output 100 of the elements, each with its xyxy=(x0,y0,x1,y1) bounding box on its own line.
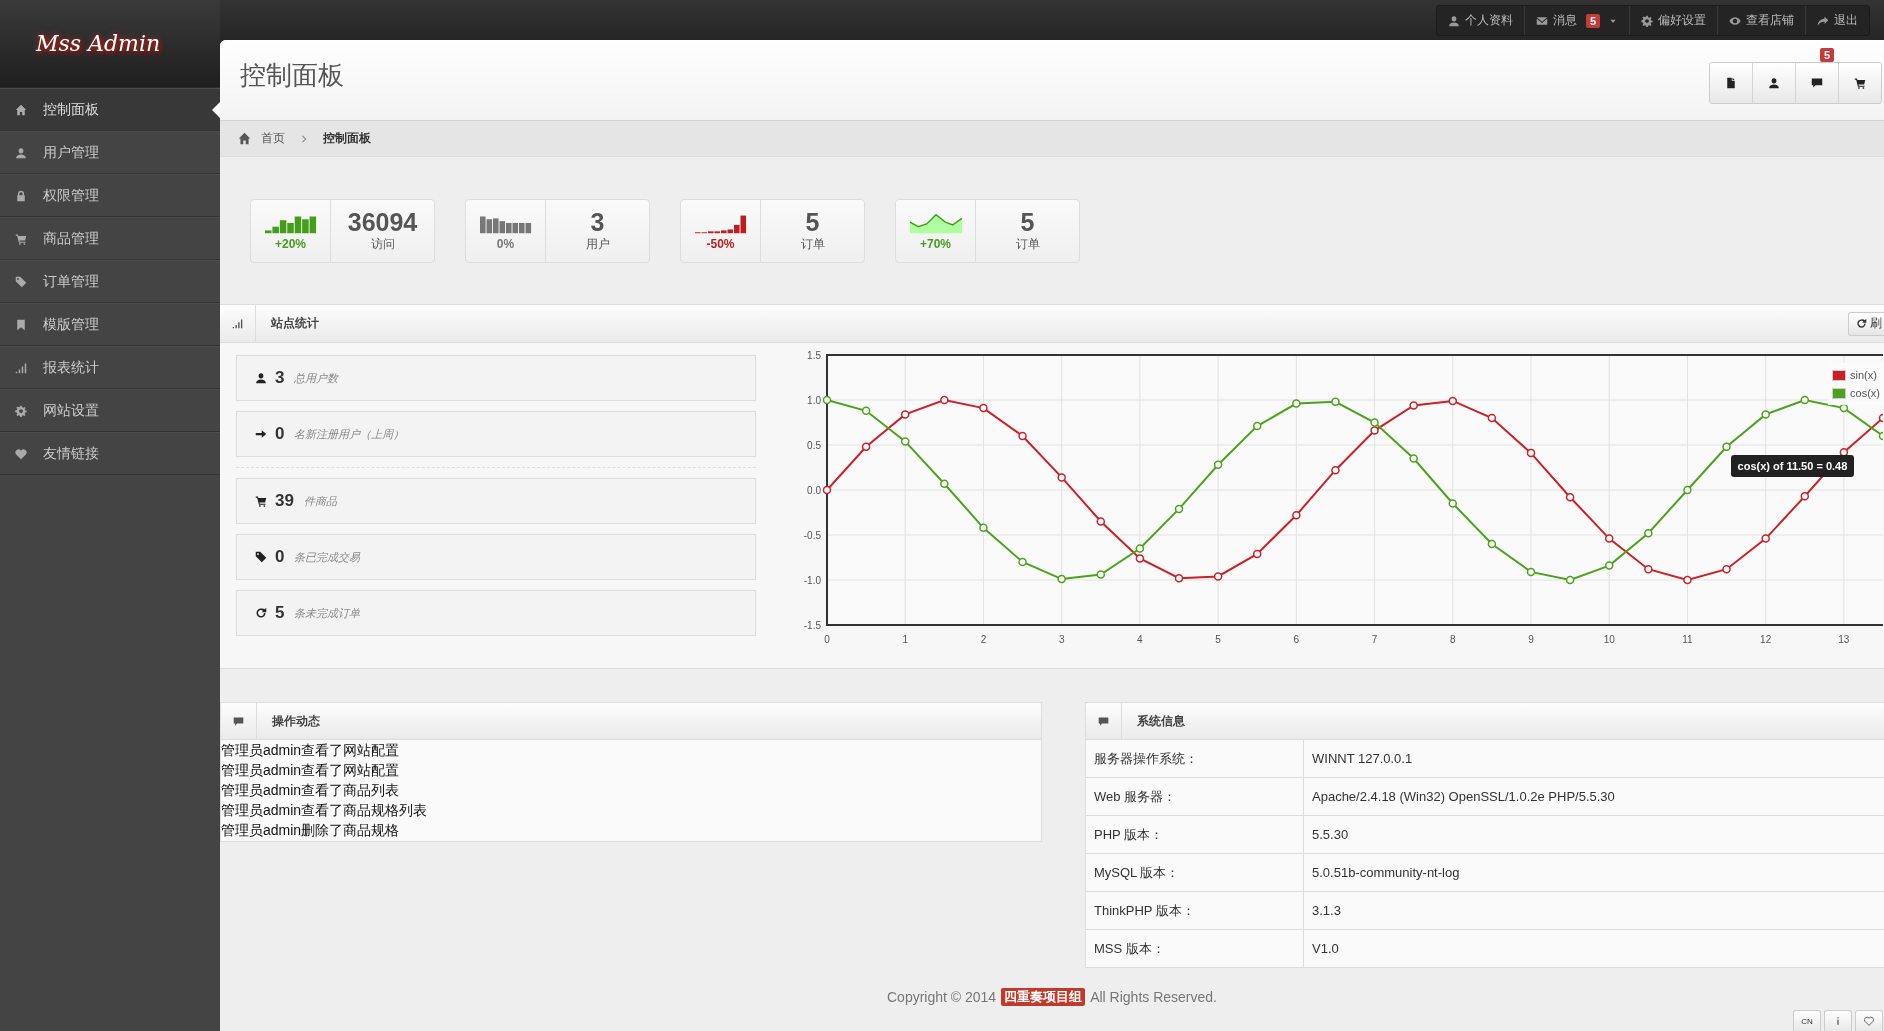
sidebar-item[interactable]: 权限管理 xyxy=(0,174,220,217)
stat-label: 件商品 xyxy=(303,493,337,509)
nav-button[interactable]: 偏好设置 xyxy=(1629,6,1717,35)
legend-label: cos(x) xyxy=(1850,387,1880,399)
point xyxy=(1174,573,1184,583)
point xyxy=(1018,557,1027,567)
axis-label: 0.0 xyxy=(807,485,821,496)
share-arrow-icon xyxy=(1817,14,1829,27)
sidebar-item[interactable]: 控制面板 xyxy=(0,88,220,131)
nav-button[interactable]: 个人资料 xyxy=(1436,6,1524,35)
stat-value: 39 xyxy=(275,491,294,511)
change-percent: 0% xyxy=(496,236,515,251)
point xyxy=(822,395,832,405)
point xyxy=(1683,485,1692,495)
nav-button[interactable]: 消息 5 xyxy=(1523,6,1629,35)
point xyxy=(1370,418,1379,427)
comment-icon xyxy=(1098,715,1109,727)
point xyxy=(1683,575,1692,585)
point xyxy=(1331,397,1340,407)
point xyxy=(1487,413,1497,423)
sidebar-item[interactable]: 订单管理 xyxy=(0,260,220,303)
axis-label: 1.0 xyxy=(807,395,821,406)
table-cell-text: WINNT 127.0.0.1 xyxy=(1311,751,1413,766)
axis-label: 3 xyxy=(1058,634,1065,645)
axis-label: 7 xyxy=(1371,634,1378,645)
point xyxy=(1370,426,1379,435)
point xyxy=(979,403,988,413)
point xyxy=(1644,564,1653,574)
heart-icon xyxy=(1864,1016,1874,1026)
panel-title: 操作动态 xyxy=(271,712,321,730)
legend-swatch xyxy=(1832,387,1847,399)
legend-swatch xyxy=(1832,369,1847,381)
panel-title: 站点统计 xyxy=(270,315,320,332)
point xyxy=(861,406,871,416)
point xyxy=(1487,539,1497,549)
sidebar-item[interactable]: 用户管理 xyxy=(0,131,220,174)
axis-label: 9 xyxy=(1528,634,1534,645)
axis-label: 1.5 xyxy=(807,350,821,361)
point xyxy=(1722,442,1731,452)
sidebar-item[interactable]: 模版管理 xyxy=(0,303,220,346)
logo: Mss Admin xyxy=(36,31,161,56)
sidebar-item[interactable]: 友情链接 xyxy=(0,432,220,475)
house-icon xyxy=(15,103,27,116)
breadcrumb-link[interactable]: 首页 xyxy=(261,130,285,147)
axis-label: 4 xyxy=(1137,634,1143,645)
refresh-icon xyxy=(1856,318,1867,329)
envelope-icon xyxy=(1535,14,1548,27)
tag-icon xyxy=(15,275,27,288)
stat-label: 订单 xyxy=(1015,235,1040,253)
refresh-icon xyxy=(255,607,267,619)
point xyxy=(1331,465,1340,475)
cart-icon xyxy=(1854,77,1866,89)
table-cell: MySQL 版本： xyxy=(1086,854,1304,891)
lock-icon xyxy=(15,189,27,202)
point xyxy=(1135,554,1145,563)
point xyxy=(900,437,910,446)
stat-value: 5 xyxy=(1020,209,1035,236)
table-cell: 服务器操作系统： xyxy=(1086,740,1304,777)
point xyxy=(1761,534,1770,543)
point xyxy=(1722,564,1731,574)
axis-label: 1 xyxy=(902,634,908,645)
user-icon xyxy=(1447,14,1460,27)
language-button[interactable]: CN xyxy=(1793,1010,1821,1031)
table-cell-text: V1.0 xyxy=(1311,941,1339,956)
settings-icon xyxy=(15,404,27,417)
table-cell-text: 5.5.30 xyxy=(1311,827,1349,842)
rights-text: All Rights Reserved. xyxy=(1090,989,1217,1005)
sidebar-item[interactable]: 商品管理 xyxy=(0,217,220,260)
comment-icon xyxy=(233,715,244,727)
axis-label: 12 xyxy=(1760,634,1772,645)
sidebar-item[interactable]: 网站设置 xyxy=(0,389,220,432)
nav-button[interactable]: 查看店铺 xyxy=(1717,6,1805,35)
activity-entry: 管理员admin查看了商品规格列表 xyxy=(221,801,429,820)
point xyxy=(1096,570,1106,579)
arrow-right-icon xyxy=(255,428,267,440)
count-badge: 5 xyxy=(1819,48,1834,62)
favorite-button[interactable] xyxy=(1855,1010,1883,1031)
cart-icon xyxy=(255,495,267,507)
stat-label: 条未完成订单 xyxy=(294,605,361,621)
nav-button[interactable]: 退出 xyxy=(1805,6,1869,35)
point xyxy=(1565,492,1575,502)
axis-label: -1.0 xyxy=(803,575,821,586)
user-icon xyxy=(255,372,267,384)
axis-label: 10 xyxy=(1603,634,1615,645)
axis-label: 8 xyxy=(1450,634,1456,645)
stat-value: 3 xyxy=(275,368,285,388)
point xyxy=(1057,473,1066,482)
stat-label: 总用户数 xyxy=(294,370,339,386)
point xyxy=(940,479,949,488)
point xyxy=(1213,460,1223,470)
team-badge: 四重奏项目组 xyxy=(1001,988,1086,1006)
point xyxy=(1292,399,1301,408)
refresh-button[interactable]: 刷 xyxy=(1848,311,1884,336)
point xyxy=(1252,421,1262,431)
bar-chart-icon xyxy=(232,318,243,329)
stat-label: 条已完成交易 xyxy=(294,549,361,565)
user-icon xyxy=(15,146,27,159)
sidebar-item[interactable]: 报表统计 xyxy=(0,346,220,389)
point xyxy=(1839,403,1849,413)
axis-label: 5 xyxy=(1215,634,1221,645)
